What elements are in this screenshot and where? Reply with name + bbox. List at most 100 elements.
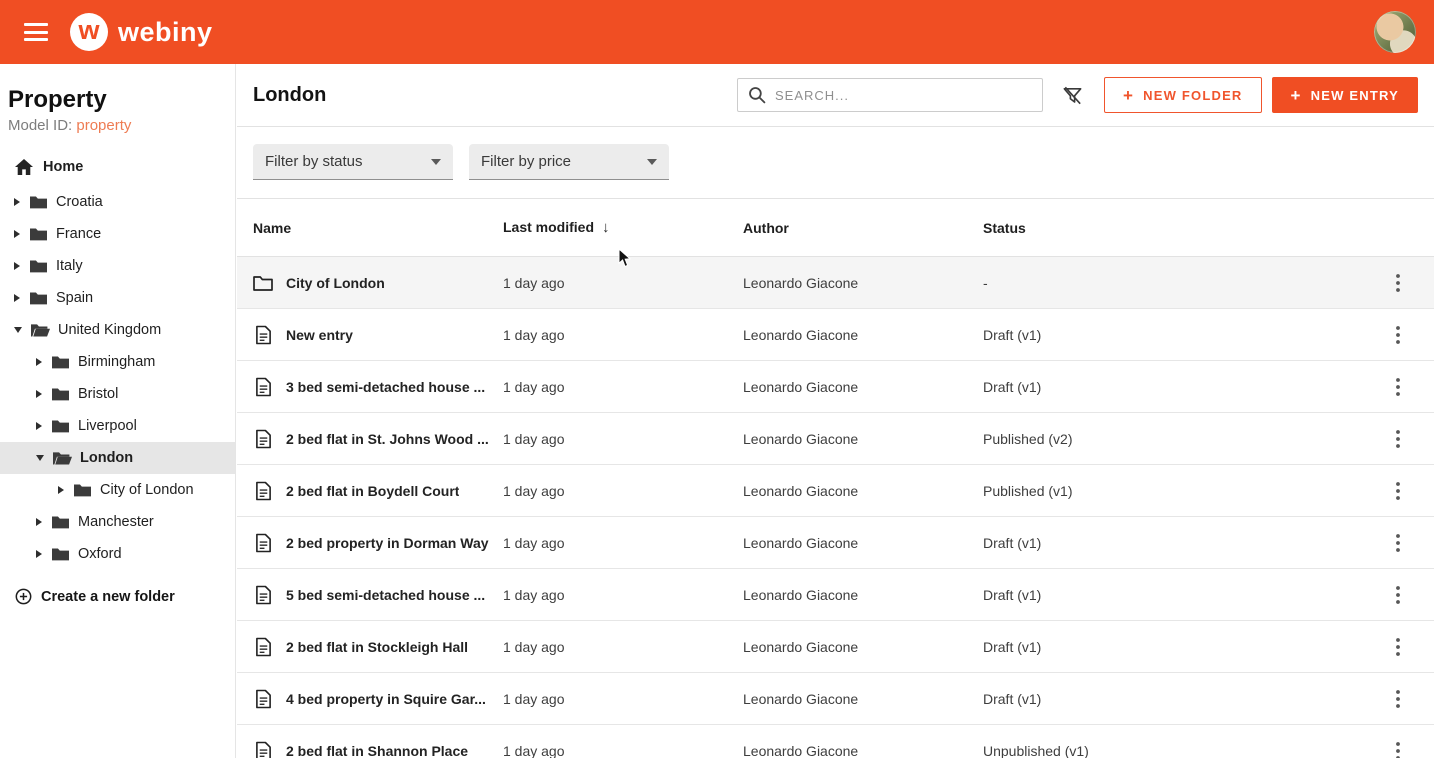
new-entry-button[interactable]: + NEW ENTRY <box>1272 77 1418 113</box>
entry-name[interactable]: 2 bed flat in St. Johns Wood ... <box>286 431 489 447</box>
expand-arrow-icon[interactable] <box>36 550 42 558</box>
kebab-menu-icon[interactable] <box>1388 582 1408 608</box>
folder-tree-item-label: United Kingdom <box>58 322 161 338</box>
filter-bar: Filter by status Filter by price <box>237 127 1434 199</box>
entry-modified: 1 day ago <box>503 743 743 758</box>
webiny-logo[interactable]: w webiny <box>70 13 213 51</box>
folder-open-icon <box>30 323 50 337</box>
kebab-menu-icon[interactable] <box>1388 426 1408 452</box>
entry-name[interactable]: 2 bed flat in Stockleigh Hall <box>286 639 468 655</box>
document-icon <box>253 429 273 449</box>
filter-status-select[interactable]: Filter by status <box>253 144 453 180</box>
entry-modified: 1 day ago <box>503 691 743 707</box>
kebab-menu-icon[interactable] <box>1388 530 1408 556</box>
folder-tree-item-label: City of London <box>100 482 194 498</box>
folder-tree-item[interactable]: Croatia <box>0 186 235 218</box>
expand-arrow-icon[interactable] <box>14 230 20 238</box>
create-folder-button[interactable]: Create a new folder <box>0 570 235 623</box>
table-row[interactable]: 4 bed property in Squire Gar... 1 day ag… <box>237 673 1434 725</box>
folder-tree-item[interactable]: Spain <box>0 282 235 314</box>
entry-modified: 1 day ago <box>503 535 743 551</box>
menu-icon[interactable] <box>24 23 48 41</box>
folder-tree-item[interactable]: Birmingham <box>0 346 235 378</box>
folder-closed-icon <box>50 547 70 561</box>
table-row[interactable]: City of London 1 day ago Leonardo Giacon… <box>237 257 1434 309</box>
entry-name[interactable]: New entry <box>286 327 353 343</box>
filter-price-select[interactable]: Filter by price <box>469 144 669 180</box>
kebab-menu-icon[interactable] <box>1388 322 1408 348</box>
entry-name[interactable]: 3 bed semi-detached house ... <box>286 379 485 395</box>
sidebar: Property Model ID: property Home Croatia <box>0 64 236 758</box>
table-row[interactable]: 2 bed flat in Stockleigh Hall 1 day ago … <box>237 621 1434 673</box>
entry-author: Leonardo Giacone <box>743 275 983 291</box>
create-folder-label: Create a new folder <box>41 589 175 605</box>
folder-tree-item[interactable]: France <box>0 218 235 250</box>
expand-arrow-icon[interactable] <box>14 294 20 302</box>
table-row[interactable]: 5 bed semi-detached house ... 1 day ago … <box>237 569 1434 621</box>
expand-arrow-icon[interactable] <box>36 390 42 398</box>
entry-author: Leonardo Giacone <box>743 379 983 395</box>
folder-tree-item[interactable]: Italy <box>0 250 235 282</box>
kebab-menu-icon[interactable] <box>1388 634 1408 660</box>
entry-name[interactable]: 5 bed semi-detached house ... <box>286 587 485 603</box>
expand-arrow-icon[interactable] <box>36 358 42 366</box>
column-header-modified[interactable]: Last modified↓ <box>503 219 743 236</box>
table-row[interactable]: 2 bed flat in Boydell Court 1 day ago Le… <box>237 465 1434 517</box>
table-row[interactable]: 2 bed property in Dorman Way 1 day ago L… <box>237 517 1434 569</box>
expand-arrow-icon[interactable] <box>36 455 44 461</box>
search-box[interactable] <box>737 78 1043 112</box>
folder-tree-item[interactable]: Oxford <box>0 538 235 570</box>
filter-price-label: Filter by price <box>481 153 571 170</box>
table-row[interactable]: 3 bed semi-detached house ... 1 day ago … <box>237 361 1434 413</box>
new-folder-button[interactable]: + NEW FOLDER <box>1104 77 1262 113</box>
chevron-down-icon <box>647 159 657 165</box>
entry-name[interactable]: 2 bed flat in Shannon Place <box>286 743 468 758</box>
entry-status: Draft (v1) <box>983 691 1378 707</box>
folder-tree-item-label: Croatia <box>56 194 103 210</box>
folder-tree-item[interactable]: Liverpool <box>0 410 235 442</box>
sidebar-item-home[interactable]: Home <box>0 150 235 184</box>
entry-modified: 1 day ago <box>503 379 743 395</box>
entry-author: Leonardo Giacone <box>743 535 983 551</box>
table-row[interactable]: 2 bed flat in St. Johns Wood ... 1 day a… <box>237 413 1434 465</box>
table-row[interactable]: 2 bed flat in Shannon Place 1 day ago Le… <box>237 725 1434 758</box>
folder-tree-item-label: Bristol <box>78 386 118 402</box>
entry-author: Leonardo Giacone <box>743 327 983 343</box>
new-folder-button-label: NEW FOLDER <box>1143 88 1242 103</box>
table-header: Name Last modified↓ Author Status <box>237 199 1434 257</box>
folder-tree-item[interactable]: Bristol <box>0 378 235 410</box>
clear-filters-icon[interactable] <box>1057 80 1088 111</box>
folder-tree-item[interactable]: London <box>0 442 235 474</box>
expand-arrow-icon[interactable] <box>14 262 20 270</box>
folder-tree-item[interactable]: United Kingdom <box>0 314 235 346</box>
kebab-menu-icon[interactable] <box>1388 478 1408 504</box>
entry-name[interactable]: City of London <box>286 275 385 291</box>
kebab-menu-icon[interactable] <box>1388 686 1408 712</box>
column-header-author[interactable]: Author <box>743 220 983 236</box>
entry-name[interactable]: 2 bed flat in Boydell Court <box>286 483 459 499</box>
folder-tree-item[interactable]: City of London <box>0 474 235 506</box>
document-icon <box>253 325 273 345</box>
entry-name[interactable]: 4 bed property in Squire Gar... <box>286 691 486 707</box>
expand-arrow-icon[interactable] <box>14 327 22 333</box>
column-header-name[interactable]: Name <box>253 220 503 236</box>
folder-tree-item[interactable]: Manchester <box>0 506 235 538</box>
entry-status: Draft (v1) <box>983 327 1378 343</box>
kebab-menu-icon[interactable] <box>1388 374 1408 400</box>
sidebar-item-home-label: Home <box>43 159 83 175</box>
expand-arrow-icon[interactable] <box>14 198 20 206</box>
expand-arrow-icon[interactable] <box>36 518 42 526</box>
column-header-status[interactable]: Status <box>983 220 1378 236</box>
kebab-menu-icon[interactable] <box>1388 270 1408 296</box>
folder-tree-item-label: Spain <box>56 290 93 306</box>
expand-arrow-icon[interactable] <box>36 422 42 430</box>
kebab-menu-icon[interactable] <box>1388 738 1408 758</box>
expand-arrow-icon[interactable] <box>58 486 64 494</box>
home-icon <box>15 159 33 175</box>
search-input[interactable] <box>775 88 1032 103</box>
entry-author: Leonardo Giacone <box>743 587 983 603</box>
table-row[interactable]: New entry 1 day ago Leonardo Giacone Dra… <box>237 309 1434 361</box>
avatar[interactable] <box>1374 11 1416 53</box>
entry-name[interactable]: 2 bed property in Dorman Way <box>286 535 489 551</box>
entry-status: Draft (v1) <box>983 535 1378 551</box>
